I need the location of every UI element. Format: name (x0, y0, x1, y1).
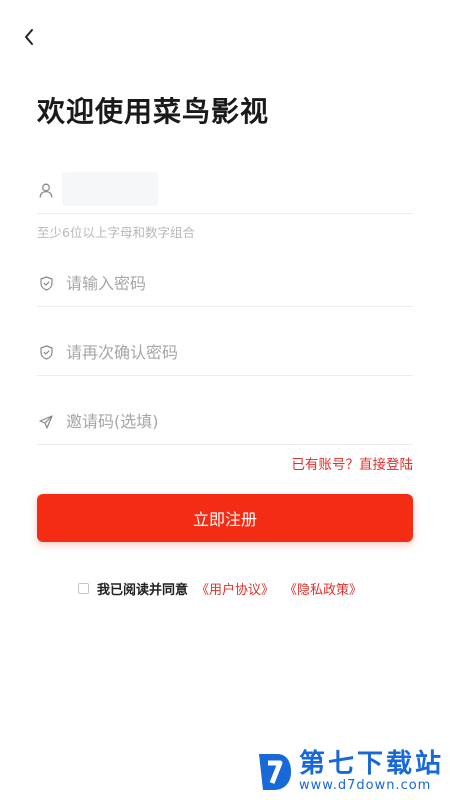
send-icon (38, 414, 54, 430)
username-value-mask (62, 172, 158, 206)
user-icon (38, 183, 54, 199)
agreement-row: 我已阅读并同意 《用户协议》 《隐私政策》 (78, 579, 372, 598)
invite-code-input[interactable] (66, 406, 386, 437)
watermark: 第七下载站 www.d7down.com (255, 748, 444, 794)
login-link[interactable]: 已有账号？直接登陆 (292, 453, 414, 473)
shield-icon (38, 345, 54, 361)
password-field-row (37, 261, 413, 307)
back-button[interactable] (16, 24, 42, 50)
privacy-policy-link[interactable]: 《隐私政策》 (284, 579, 362, 598)
user-agreement-link[interactable]: 《用户协议》 (196, 579, 274, 598)
username-hint: 至少6位以上字母和数字组合 (37, 225, 195, 240)
page-title: 欢迎使用菜鸟影视 (37, 95, 270, 128)
confirm-password-field-row (37, 330, 413, 376)
chevron-left-icon (25, 29, 33, 45)
watermark-title: 第七下载站 (299, 749, 445, 779)
register-button[interactable]: 立即注册 (37, 494, 413, 542)
invite-code-field-row (37, 399, 413, 445)
agreement-text: 我已阅读并同意 (97, 583, 189, 598)
d7down-logo-icon (259, 754, 291, 790)
password-input[interactable] (66, 268, 386, 299)
confirm-password-input[interactable] (66, 337, 386, 368)
watermark-url: www.d7down.com (299, 778, 432, 793)
agreement-checkbox[interactable] (78, 583, 89, 594)
shield-icon (38, 276, 54, 292)
